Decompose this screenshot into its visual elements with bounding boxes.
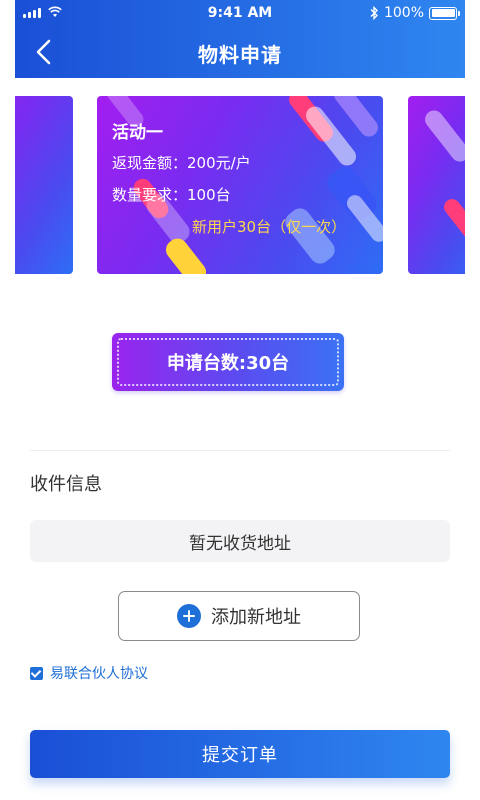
cashback-label: 返现金额：: [112, 154, 188, 172]
agreement-link[interactable]: 易联合伙人协议: [50, 663, 148, 683]
cashback-value: 200元/户: [187, 154, 251, 172]
agreement-checkbox[interactable]: [30, 666, 43, 680]
activity-note: 新用户30台（仅一次）: [192, 218, 347, 236]
add-address-label: 添加新地址: [211, 607, 301, 628]
apply-count-label: 申请台数:30台: [117, 338, 339, 386]
activity-carousel[interactable]: 活动一 返现金额：200元/户 数量要求：100台 新用户30台（仅一次）: [15, 96, 465, 274]
nav-bar: 物料申请: [15, 26, 465, 78]
battery-icon: [429, 6, 460, 20]
activity-card[interactable]: 活动一 返现金额：200元/户 数量要求：100台 新用户30台（仅一次）: [97, 96, 383, 274]
apply-count-button[interactable]: 申请台数:30台: [112, 333, 344, 391]
divider: [30, 450, 450, 451]
activity-card-next[interactable]: [408, 96, 465, 274]
plus-icon: [177, 604, 201, 628]
activity-card-prev[interactable]: [15, 96, 73, 274]
shipping-section-title: 收件信息: [30, 474, 102, 495]
quantity-label: 数量要求：: [112, 186, 188, 204]
battery-percent: 100%: [383, 5, 424, 21]
quantity-value: 100台: [187, 186, 231, 204]
submit-order-button[interactable]: 提交订单: [30, 730, 450, 778]
status-bar: 9:41 AM 100%: [15, 0, 465, 26]
bluetooth-icon: [370, 6, 378, 20]
header: 9:41 AM 100% 物料申请: [15, 0, 465, 78]
agreement-row: 易联合伙人协议: [30, 663, 148, 683]
no-address-placeholder: 暂无收货地址: [30, 520, 450, 562]
activity-title: 活动一: [112, 123, 163, 143]
page-title: 物料申请: [198, 43, 282, 67]
add-address-button[interactable]: 添加新地址: [118, 591, 360, 641]
